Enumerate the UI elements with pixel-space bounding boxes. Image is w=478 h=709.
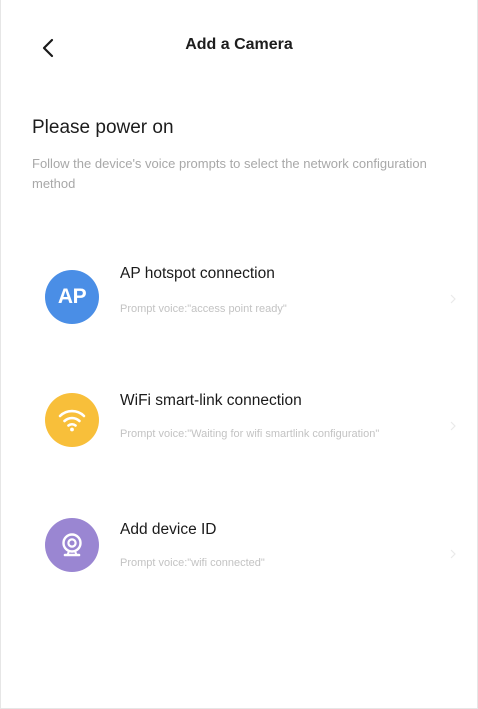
instructions-text: Follow the device's voice prompts to sel… [32,156,427,191]
option-wifi-smartlink[interactable]: WiFi smart-link connection Prompt voice:… [1,380,478,464]
option-ap-hotspot[interactable]: AP AP hotspot connection Prompt voice:"a… [1,255,478,339]
chevron-right-icon [449,291,457,304]
ap-icon-text: AP [57,285,87,308]
header: Add a Camera [1,0,477,92]
option-description: Prompt voice:"Waiting for wifi smartlink… [120,428,380,440]
power-on-heading: Please power on [32,117,174,138]
chevron-right-icon [449,418,457,431]
option-label: WiFi smart-link connection [120,392,302,409]
camera-icon [45,518,99,572]
wifi-icon [45,393,99,447]
add-camera-screen: Add a Camera Please power on Follow the … [0,0,478,709]
option-description: Prompt voice:"access point ready" [120,303,287,315]
chevron-right-icon [449,546,457,559]
page-title: Add a Camera [185,36,293,53]
ap-icon: AP [45,270,99,324]
option-label: Add device ID [120,521,217,538]
option-add-device-id[interactable]: Add device ID Prompt voice:"wifi connect… [1,508,478,592]
option-label: AP hotspot connection [120,265,275,282]
option-description: Prompt voice:"wifi connected" [120,557,265,569]
